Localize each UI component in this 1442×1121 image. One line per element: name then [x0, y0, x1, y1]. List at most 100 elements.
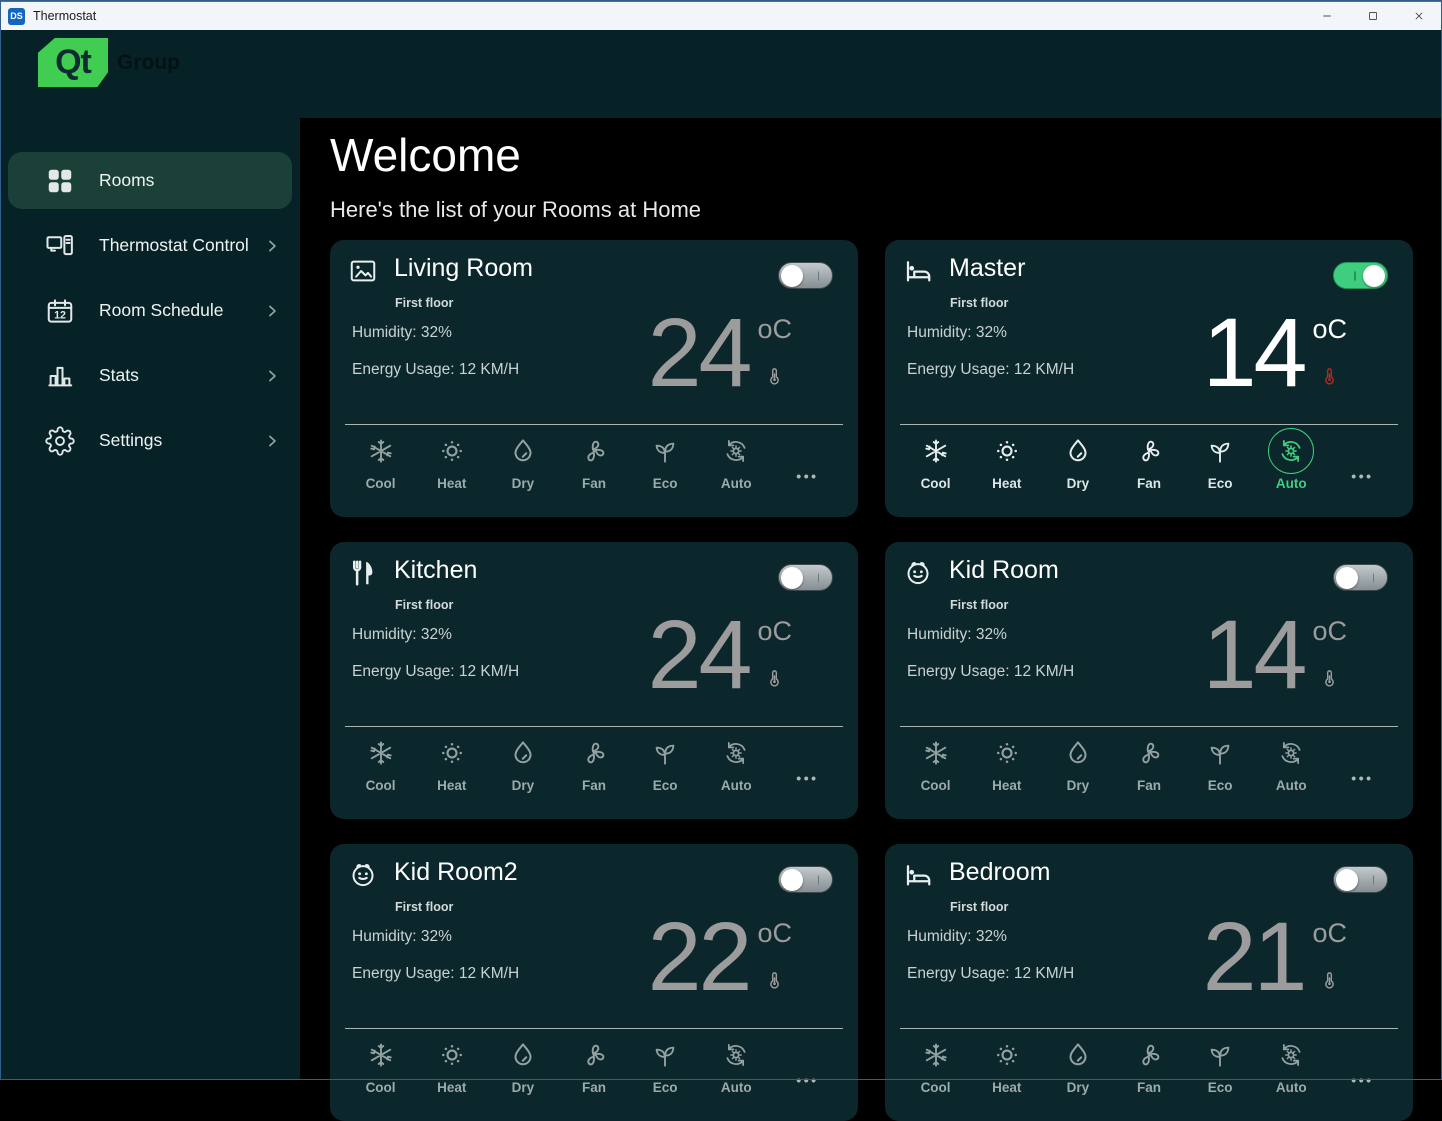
mode-button-cool[interactable]: Cool: [900, 1032, 971, 1095]
mode-button-fan[interactable]: Fan: [1113, 730, 1184, 793]
mode-button-dry[interactable]: Dry: [1042, 428, 1113, 491]
thermometer-icon: [1320, 658, 1339, 698]
more-options-button[interactable]: •••: [772, 730, 843, 793]
room-temperature-value: 24: [648, 304, 750, 401]
mode-button-eco[interactable]: Eco: [1185, 1032, 1256, 1095]
more-options-button[interactable]: •••: [1327, 730, 1398, 793]
minimize-button[interactable]: [1304, 2, 1350, 30]
mode-button-dry[interactable]: Dry: [487, 730, 558, 793]
temperature-unit: oC: [1312, 920, 1347, 947]
bed-icon: [903, 860, 933, 890]
room-power-toggle[interactable]: [778, 564, 833, 591]
mode-button-dry[interactable]: Dry: [1042, 1032, 1113, 1095]
temperature-unit: oC: [1312, 316, 1347, 343]
more-dots-icon: •••: [1351, 1072, 1373, 1088]
mode-button-auto[interactable]: Auto: [1256, 730, 1327, 793]
sidebar-item-thermostat-control[interactable]: Thermostat Control: [8, 217, 292, 274]
mode-label: Dry: [512, 1080, 535, 1095]
mode-button-cool[interactable]: Cool: [900, 730, 971, 793]
mode-button-cool[interactable]: Cool: [345, 730, 416, 793]
room-energy-usage: Energy Usage: 12 KM/H: [352, 361, 519, 379]
more-options-button[interactable]: •••: [772, 428, 843, 491]
sidebar-item-stats[interactable]: Stats: [8, 347, 292, 404]
maximize-button[interactable]: [1350, 2, 1396, 30]
mode-button-heat[interactable]: Heat: [416, 1032, 487, 1095]
room-temperature-block: 24 oC: [648, 304, 792, 401]
mode-label: Dry: [1067, 778, 1090, 793]
room-temperature-block: 14 oC: [1203, 606, 1347, 703]
card-divider: [345, 1028, 843, 1029]
snowflake-icon: [921, 436, 951, 466]
auto-icon: [721, 1040, 751, 1070]
room-card: Living Room First floor Humidity: 32% En…: [330, 240, 858, 517]
mode-button-auto[interactable]: Auto: [1256, 428, 1327, 491]
sidebar-item-label: Rooms: [99, 170, 154, 191]
mode-label: Eco: [653, 476, 678, 491]
mode-button-cool[interactable]: Cool: [900, 428, 971, 491]
droplet-icon: [1063, 1040, 1093, 1070]
room-card: Kid Room2 First floor Humidity: 32% Ener…: [330, 844, 858, 1121]
mode-button-heat[interactable]: Heat: [971, 428, 1042, 491]
card-divider: [900, 424, 1398, 425]
room-power-toggle[interactable]: [1333, 866, 1388, 893]
mode-button-auto[interactable]: Auto: [701, 1032, 772, 1095]
mode-label: Cool: [921, 778, 951, 793]
more-options-button[interactable]: •••: [1327, 1032, 1398, 1095]
room-power-toggle[interactable]: [778, 262, 833, 289]
svg-text:12: 12: [54, 309, 66, 321]
room-power-toggle[interactable]: [1333, 564, 1388, 591]
mode-button-cool[interactable]: Cool: [345, 428, 416, 491]
close-button[interactable]: [1396, 2, 1442, 30]
mode-button-eco[interactable]: Eco: [630, 730, 701, 793]
mode-button-dry[interactable]: Dry: [1042, 730, 1113, 793]
mode-button-heat[interactable]: Heat: [971, 1032, 1042, 1095]
baby-icon: [348, 860, 378, 890]
mode-button-fan[interactable]: Fan: [1113, 1032, 1184, 1095]
mode-label: Cool: [366, 476, 396, 491]
mode-button-eco[interactable]: Eco: [1185, 428, 1256, 491]
sidebar-item-rooms[interactable]: Rooms: [8, 152, 292, 209]
sidebar-item-room-schedule[interactable]: 12Room Schedule: [8, 282, 292, 339]
room-power-toggle[interactable]: [778, 866, 833, 893]
auto-icon: [1276, 738, 1306, 768]
mode-button-eco[interactable]: Eco: [630, 1032, 701, 1095]
auto-icon: [721, 436, 751, 466]
room-temperature-block: 14 oC: [1203, 304, 1347, 401]
plant-icon: [1205, 738, 1235, 768]
mode-label: Dry: [512, 476, 535, 491]
fan-icon: [1134, 436, 1164, 466]
plant-icon: [650, 1040, 680, 1070]
thermometer-icon: [765, 658, 784, 698]
droplet-icon: [508, 436, 538, 466]
mode-button-fan[interactable]: Fan: [558, 428, 629, 491]
room-temperature-block: 22 oC: [648, 908, 792, 1005]
chevron-right-icon: [262, 431, 282, 451]
room-card: Master First floor Humidity: 32% Energy …: [885, 240, 1413, 517]
more-options-button[interactable]: •••: [1327, 428, 1398, 491]
mode-button-eco[interactable]: Eco: [1185, 730, 1256, 793]
sidebar-item-settings[interactable]: Settings: [8, 412, 292, 469]
mode-button-auto[interactable]: Auto: [701, 428, 772, 491]
mode-button-heat[interactable]: Heat: [416, 428, 487, 491]
mode-button-fan[interactable]: Fan: [1113, 428, 1184, 491]
mode-label: Cool: [366, 778, 396, 793]
sun-icon: [992, 738, 1022, 768]
mode-button-auto[interactable]: Auto: [1256, 1032, 1327, 1095]
more-options-button[interactable]: •••: [772, 1032, 843, 1095]
mode-button-heat[interactable]: Heat: [971, 730, 1042, 793]
baby-icon: [903, 558, 933, 588]
mode-button-fan[interactable]: Fan: [558, 730, 629, 793]
mode-button-eco[interactable]: Eco: [630, 428, 701, 491]
mode-button-dry[interactable]: Dry: [487, 428, 558, 491]
mode-button-dry[interactable]: Dry: [487, 1032, 558, 1095]
mode-button-cool[interactable]: Cool: [345, 1032, 416, 1095]
mode-label: Auto: [1276, 476, 1307, 491]
mode-button-auto[interactable]: Auto: [701, 730, 772, 793]
mode-button-fan[interactable]: Fan: [558, 1032, 629, 1095]
room-power-toggle[interactable]: [1333, 262, 1388, 289]
mode-label: Eco: [653, 1080, 678, 1095]
mode-button-heat[interactable]: Heat: [416, 730, 487, 793]
more-dots-icon: •••: [1351, 468, 1373, 484]
sun-icon: [437, 1040, 467, 1070]
mode-buttons-row: Cool HeatDryFanEcoAuto•••: [345, 730, 843, 793]
